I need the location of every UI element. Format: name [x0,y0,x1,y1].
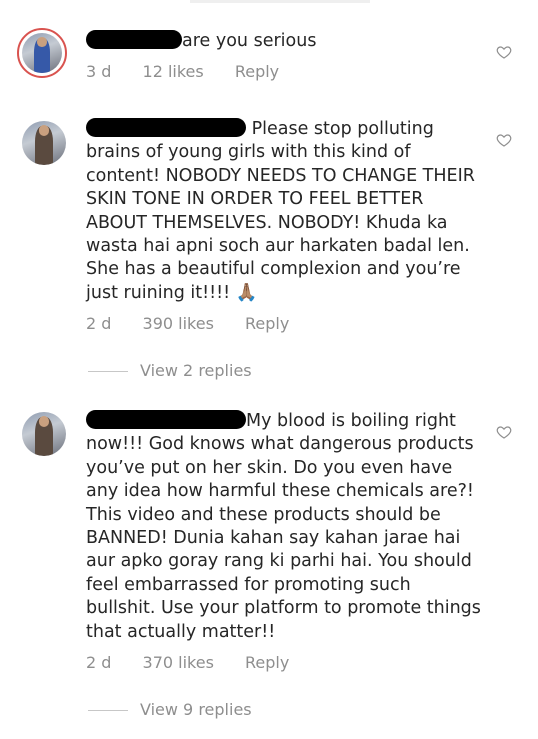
view-replies-label: View 9 replies [140,700,252,719]
comment-meta: 2 d 390 likes Reply [86,314,315,333]
comment-text: are you serious [86,30,484,53]
avatar[interactable] [22,121,66,165]
comment-meta: 2 d 370 likes Reply [86,653,315,672]
heart-outline-icon[interactable] [496,132,512,148]
comment-time: 3 d [86,62,112,81]
comment-time: 2 d [86,314,112,333]
avatar[interactable] [22,412,66,456]
avatar[interactable] [17,28,67,78]
comment-text: Please stop polluting brains of young gi… [86,118,475,303]
redacted-username [86,30,182,49]
reply-button[interactable]: Reply [245,314,289,333]
replies-divider [88,710,128,711]
heart-outline-icon[interactable] [496,44,512,60]
comment-text: My blood is boiling right now!!! God kno… [86,410,481,642]
reply-button[interactable]: Reply [245,653,289,672]
divider [190,0,370,3]
comment-time: 2 d [86,653,112,672]
view-replies-button[interactable]: View 9 replies [88,700,252,719]
redacted-username [86,118,246,137]
comment-likes[interactable]: 12 likes [143,62,204,81]
reply-button[interactable]: Reply [235,62,279,81]
replies-divider [88,371,128,372]
redacted-username [86,410,246,429]
comment-likes[interactable]: 390 likes [143,314,214,333]
heart-outline-icon[interactable] [496,424,512,440]
comment-likes[interactable]: 370 likes [143,653,214,672]
view-replies-button[interactable]: View 2 replies [88,361,252,380]
comment-meta: 3 d 12 likes Reply [86,62,305,81]
view-replies-label: View 2 replies [140,361,252,380]
